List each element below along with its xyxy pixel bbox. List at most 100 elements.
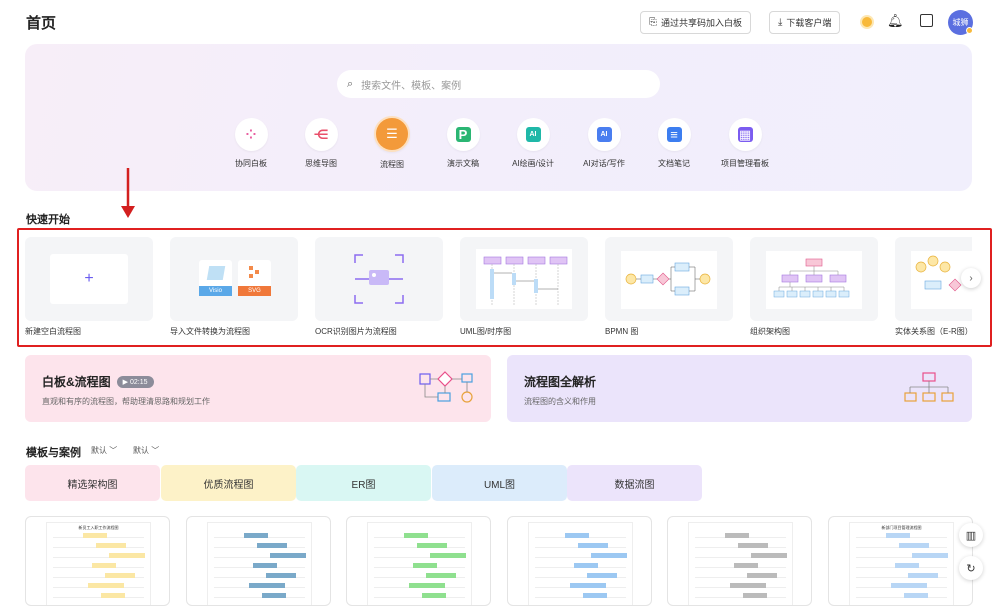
- category-label: 文档笔记: [658, 159, 690, 168]
- carousel-next-button[interactable]: ›: [961, 268, 981, 288]
- quick-item-import[interactable]: Visio SVG 导入文件转换为流程图: [170, 237, 298, 337]
- category-label: 协同白板: [235, 159, 267, 168]
- presentation-icon: P: [455, 127, 471, 142]
- quick-item-label: 新建空白流程图: [25, 327, 81, 336]
- quick-start-title: 快速开始: [26, 214, 70, 226]
- quick-item-uml[interactable]: UML图/时序图: [460, 237, 588, 337]
- quick-item-label: 实体关系图（E-R图）: [895, 327, 972, 336]
- category-flowchart[interactable]: ☰ 流程图: [357, 116, 427, 170]
- template-thumbnail: 新部门项目管理流程图: [849, 522, 954, 605]
- quick-item-bpmn[interactable]: BPMN 图: [605, 237, 733, 337]
- sort-label: 默认: [91, 446, 107, 455]
- avatar-text: 城狮: [952, 18, 969, 27]
- template-card-4[interactable]: [507, 516, 652, 606]
- promo-whiteboard-flowchart[interactable]: 白板&流程图 ▶ 02:15 直观和有序的流程图，帮助理清思路和规划工作: [25, 355, 491, 422]
- template-tab[interactable]: 精选架构图: [25, 465, 160, 501]
- flowchart-icon: ☰: [386, 126, 398, 141]
- template-heading: 新部门项目管理流程图: [881, 525, 922, 530]
- quick-item-label: OCR识别图片为流程图: [315, 327, 397, 336]
- visio-tag: Visio: [199, 286, 232, 296]
- category-label: 思维导图: [305, 159, 337, 168]
- template-card-3[interactable]: [346, 516, 491, 606]
- promo-flowchart-analysis[interactable]: 流程图全解析 流程图的含义和作用: [507, 355, 972, 422]
- sort-dropdown-1[interactable]: 默认 ﹀: [91, 445, 117, 456]
- sort-label: 默认: [133, 446, 149, 455]
- mindmap-icon: ⋲: [313, 126, 329, 142]
- template-heading: 新员工入职工作流程图: [78, 525, 119, 530]
- svg-file-icon: SVG: [238, 260, 271, 296]
- category-label: AI对话/写作: [583, 159, 625, 168]
- chevron-down-icon: ﹀: [109, 446, 118, 455]
- template-thumbnail: [528, 522, 633, 605]
- download-client-button[interactable]: ⤓ 下载客户端: [769, 11, 841, 34]
- category-kanban[interactable]: ▦ 项目管理看板: [710, 118, 780, 169]
- quick-item-label: 导入文件转换为流程图: [170, 327, 250, 336]
- template-tab[interactable]: 数据流图: [567, 465, 702, 501]
- ai-chat-icon: AI: [596, 127, 612, 142]
- quick-item-label: UML图/时序图: [460, 327, 512, 336]
- promo-title: 流程图全解析: [524, 375, 597, 389]
- quick-item-er[interactable]: 实体关系图（E-R图）: [895, 237, 972, 337]
- inbox-icon[interactable]: [920, 14, 933, 27]
- search-icon: ⌕: [347, 77, 354, 90]
- ai-paint-icon: AI: [525, 127, 541, 142]
- promo-subtitle: 流程图的含义和作用: [524, 397, 596, 406]
- template-thumbnail: [367, 522, 472, 605]
- category-label: AI绘画/设计: [512, 159, 554, 168]
- plus-icon: +: [50, 254, 128, 304]
- bpmn-preview: [621, 251, 717, 309]
- search-placeholder: 搜索文件、模板、案例: [361, 80, 462, 92]
- category-label: 项目管理看板: [721, 159, 769, 168]
- promo-title: 白板&流程图: [42, 375, 111, 389]
- flowchart-illustration-icon: [419, 371, 473, 403]
- search-input[interactable]: ⌕ 搜索文件、模板、案例: [337, 70, 660, 98]
- category-label: 演示文稿: [447, 159, 479, 168]
- quick-item-org[interactable]: 组织架构图: [750, 237, 878, 337]
- kanban-icon: ▦: [737, 126, 753, 142]
- doc-icon: ≡: [666, 127, 682, 142]
- bell-icon[interactable]: 🔔︎: [887, 13, 904, 29]
- sort-dropdown-2[interactable]: 默认 ﹀: [133, 445, 159, 456]
- template-card-6[interactable]: 新部门项目管理流程图: [828, 516, 973, 606]
- quick-item-label: 组织架构图: [750, 327, 790, 336]
- category-label: 流程图: [380, 160, 404, 169]
- promo-subtitle: 直观和有序的流程图，帮助理清思路和规划工作: [42, 397, 210, 406]
- template-tab[interactable]: UML图: [432, 465, 567, 501]
- category-mindmap[interactable]: ⋲ 思维导图: [286, 118, 356, 169]
- whiteboard-icon: ⁘: [245, 126, 257, 142]
- book-icon[interactable]: ▥: [959, 523, 983, 547]
- template-tab[interactable]: 优质流程图: [161, 465, 296, 501]
- category-ai-paint[interactable]: AI AI绘画/设计: [498, 118, 568, 169]
- svg-tag: SVG: [238, 286, 271, 296]
- download-label: 下载客户端: [786, 18, 832, 28]
- category-presentation[interactable]: P 演示文稿: [428, 118, 498, 169]
- category-doc[interactable]: ≡ 文档笔记: [639, 118, 709, 169]
- quick-item-blank[interactable]: + 新建空白流程图: [25, 237, 153, 337]
- membership-icon[interactable]: [860, 15, 874, 29]
- hierarchy-illustration-icon: [904, 372, 954, 402]
- red-arrow-icon: [121, 168, 135, 218]
- template-card-5[interactable]: [667, 516, 812, 606]
- category-ai-chat[interactable]: AI AI对话/写作: [569, 118, 639, 169]
- page-title: 首页: [26, 15, 57, 32]
- template-thumbnail: [688, 522, 793, 605]
- join-board-button[interactable]: ⎘ 通过共享码加入白板: [640, 11, 752, 34]
- video-duration-badge[interactable]: ▶ 02:15: [116, 375, 154, 388]
- chevron-down-icon: ﹀: [151, 446, 160, 455]
- template-thumbnail: 新员工入职工作流程图: [46, 522, 151, 605]
- org-chart-preview: [766, 251, 862, 309]
- uml-preview: [476, 249, 572, 309]
- quick-item-ocr[interactable]: OCR识别图片为流程图: [315, 237, 443, 337]
- chevron-right-icon: ›: [969, 272, 973, 284]
- refresh-icon[interactable]: ↻: [959, 556, 983, 580]
- template-thumbnail: [207, 522, 312, 605]
- template-tab[interactable]: ER图: [296, 465, 431, 501]
- ocr-scan-icon: [354, 254, 404, 304]
- template-card-1[interactable]: 新员工入职工作流程图: [25, 516, 170, 606]
- join-board-label: 通过共享码加入白板: [661, 18, 743, 28]
- template-card-2[interactable]: [186, 516, 331, 606]
- avatar-badge: [966, 27, 973, 34]
- category-whiteboard[interactable]: ⁘ 协同白板: [216, 118, 286, 169]
- quick-item-label: BPMN 图: [605, 327, 639, 336]
- templates-title: 模板与案例: [26, 447, 81, 459]
